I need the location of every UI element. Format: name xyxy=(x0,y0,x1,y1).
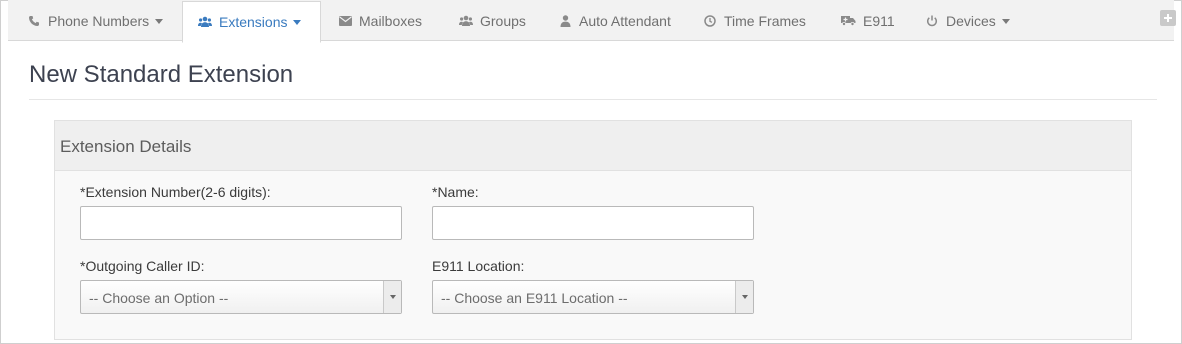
tab-label: Devices xyxy=(946,12,996,29)
tab-label: Extensions xyxy=(219,14,288,30)
phone-icon xyxy=(27,14,41,28)
tab-extensions[interactable]: Extensions xyxy=(182,1,321,43)
tab-label: Auto Attendant xyxy=(579,12,671,29)
users-icon xyxy=(198,15,212,29)
select-value: -- Choose an E911 Location -- xyxy=(441,290,628,306)
tab-phone-numbers[interactable]: Phone Numbers xyxy=(27,0,164,41)
clock-icon xyxy=(703,14,717,28)
name-label: *Name: xyxy=(432,184,479,200)
tab-label: Phone Numbers xyxy=(48,12,150,29)
power-icon xyxy=(925,14,939,28)
extension-number-input[interactable] xyxy=(80,206,402,240)
group-icon xyxy=(459,14,473,28)
tab-label: Mailboxes xyxy=(359,12,423,29)
outgoing-caller-id-select[interactable]: -- Choose an Option -- xyxy=(80,280,402,314)
tab-devices[interactable]: Devices xyxy=(925,0,1010,41)
ambulance-icon xyxy=(841,14,856,28)
chevron-down-icon xyxy=(155,18,164,24)
extension-details-panel: Extension Details *Extension Number(2-6 … xyxy=(54,120,1132,340)
extension-number-label: *Extension Number(2-6 digits): xyxy=(80,184,271,200)
tab-time-frames[interactable]: Time Frames xyxy=(703,0,806,41)
user-icon xyxy=(558,14,572,28)
e911-location-select[interactable]: -- Choose an E911 Location -- xyxy=(432,280,754,314)
tab-label: Groups xyxy=(480,12,526,29)
top-nav: Phone Numbers Extensions Mailboxes Group… xyxy=(8,0,1176,43)
e911-location-label: E911 Location: xyxy=(432,258,525,274)
outgoing-caller-id-label: *Outgoing Caller ID: xyxy=(80,258,205,274)
envelope-icon xyxy=(338,14,352,28)
tab-groups[interactable]: Groups xyxy=(459,0,526,41)
chevron-down-icon xyxy=(293,20,302,25)
tab-mailboxes[interactable]: Mailboxes xyxy=(338,0,422,41)
panel-header: Extension Details xyxy=(55,121,1131,171)
tab-e911[interactable]: E911 xyxy=(841,0,895,41)
tab-label: Time Frames xyxy=(724,12,806,29)
chevron-down-icon[interactable] xyxy=(383,281,401,313)
plus-square-icon[interactable] xyxy=(1160,10,1176,26)
chevron-down-icon[interactable] xyxy=(735,281,753,313)
select-value: -- Choose an Option -- xyxy=(89,290,229,306)
name-input[interactable] xyxy=(432,206,754,240)
page-title: New Standard Extension xyxy=(29,61,294,88)
chevron-down-icon xyxy=(1001,18,1010,24)
tab-auto-attendant[interactable]: Auto Attendant xyxy=(558,0,671,41)
title-divider xyxy=(29,99,1157,100)
panel-title: Extension Details xyxy=(60,137,192,156)
tab-label: E911 xyxy=(863,12,895,29)
